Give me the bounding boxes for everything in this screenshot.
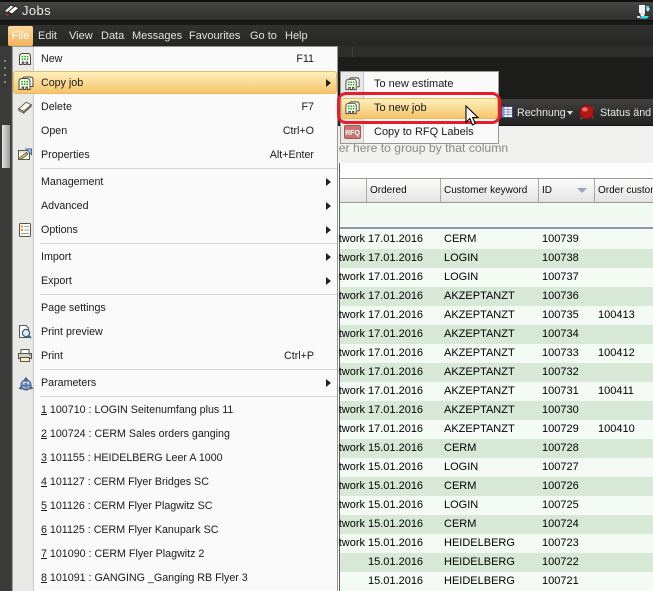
svg-text:RFQ: RFQ: [345, 130, 360, 137]
